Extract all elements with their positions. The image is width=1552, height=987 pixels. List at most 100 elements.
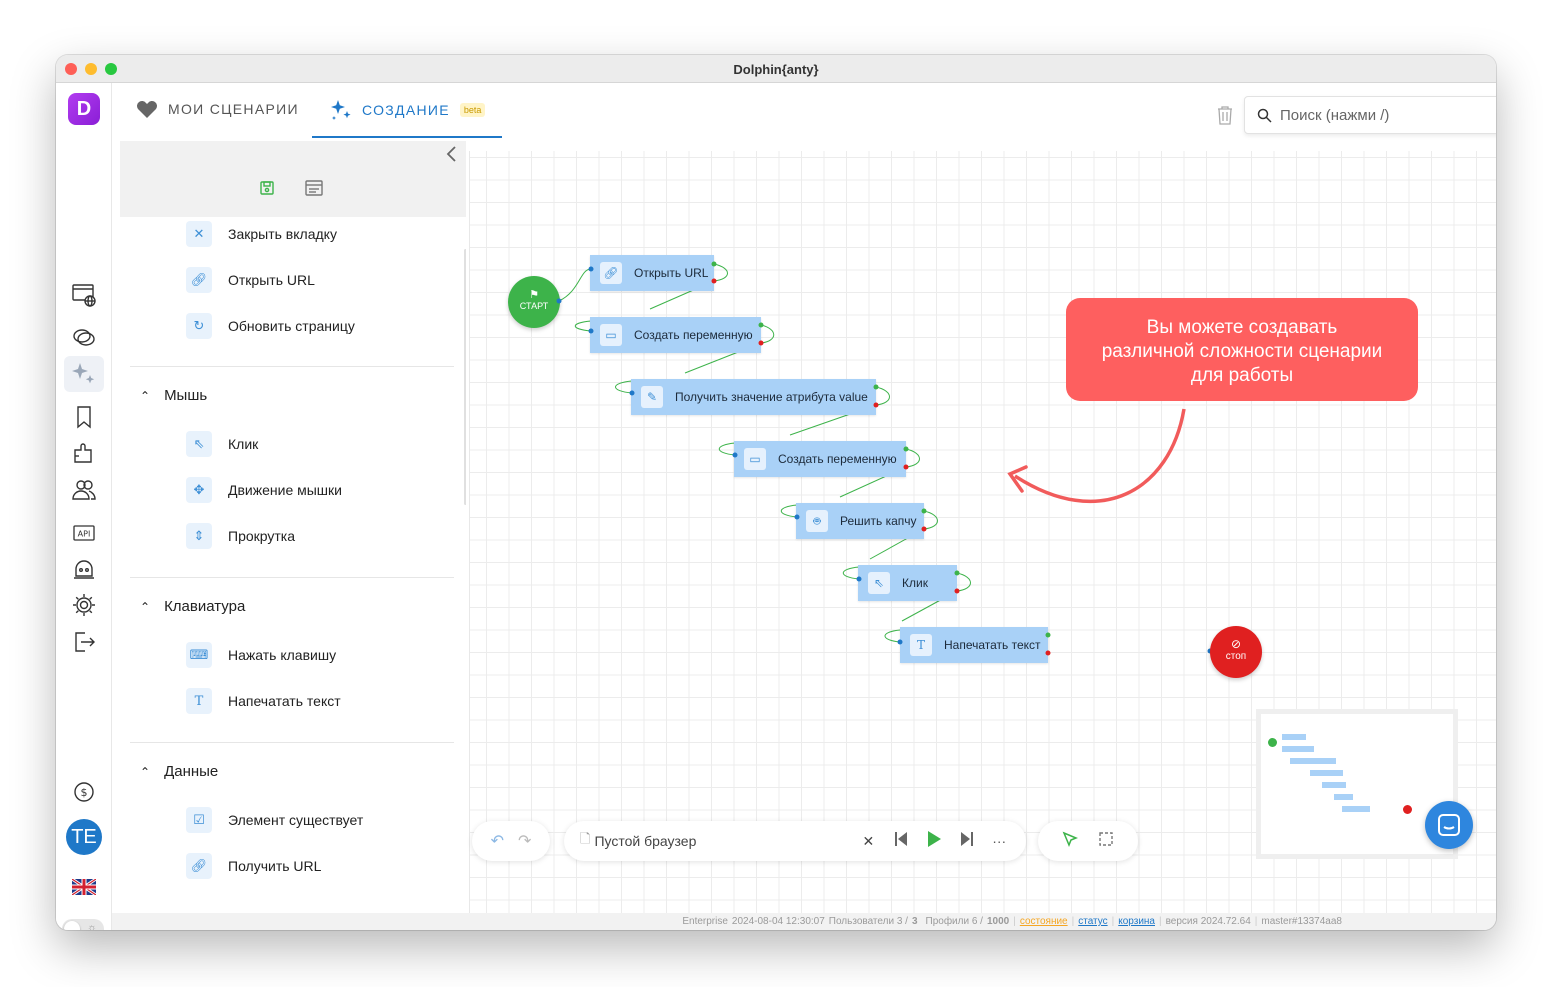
search-placeholder: Поиск (нажми /) [1280,106,1390,124]
cursor-click-icon: ⇖ [868,572,890,594]
browser-select[interactable]: Пустой браузер [594,833,852,849]
actions-panel-header [120,141,466,217]
team-icon[interactable] [70,476,98,504]
action-label: Нажать клавишу [228,647,337,663]
more-menu-button[interactable]: ··· [992,833,1006,849]
callout-line: для работы [1190,365,1294,386]
variable-icon: ▭ [600,324,622,346]
save-icon[interactable] [258,179,276,202]
start-node[interactable]: ⚑ СТАРТ [508,276,560,328]
play-icon[interactable] [926,830,942,853]
proxy-icon[interactable] [70,323,98,351]
trash-icon[interactable] [1216,105,1234,130]
section-data[interactable]: ⌃ Данные [140,763,218,780]
tab-create[interactable]: СОЗДАНИЕ beta [330,99,486,121]
notes-icon[interactable] [304,179,324,202]
node-get-attribute[interactable]: ✎ Получить значение атрибута value [631,379,876,415]
move-icon: ✥ [186,477,212,503]
section-mouse[interactable]: ⌃ Мышь [140,387,207,404]
version-label: версия 2024.72.64 [1165,916,1251,927]
node-create-variable-1[interactable]: ▭ Создать переменную [590,317,761,353]
side-rail: D API $ TE ☼ [56,83,112,930]
extensions-icon[interactable] [70,439,98,467]
scenario-canvas[interactable]: ⚑ СТАРТ 🔗︎ Открыть URL ▭ Создать переменну… [469,151,1496,913]
node-solve-captcha[interactable]: 🤖︎ Решить капчу [796,503,924,539]
profiles-label: Профили 6 / [925,916,983,927]
node-label: Решить капчу [840,514,917,528]
action-refresh-page[interactable]: ↻ Обновить страницу [186,313,355,339]
build-label: master#13374aa8 [1261,916,1342,927]
skip-back-icon[interactable] [894,831,908,852]
theme-toggle[interactable]: ☼ [62,919,104,930]
bookmark-icon[interactable] [70,403,98,431]
node-create-variable-2[interactable]: ▭ Создать переменную [734,441,906,477]
action-type-text[interactable]: T Напечатать текст [186,688,341,714]
start-label: СТАРТ [519,301,549,311]
link-icon: 🔗︎ [186,853,212,879]
refresh-icon: ↻ [186,313,212,339]
text-icon: T [186,688,212,714]
redo-icon[interactable]: ↷ [518,831,531,851]
app-window: Dolphin{anty} D API $ TE ☼ МОИ СЦЕНАРИИ … [56,55,1496,930]
undo-icon[interactable]: ↶ [491,831,504,851]
browser-profiles-icon[interactable] [70,281,98,309]
node-open-url[interactable]: 🔗︎ Открыть URL [590,255,714,291]
scroll-icon: ⇕ [186,523,212,549]
user-avatar[interactable]: TE [66,819,102,855]
chat-support-button[interactable] [1425,801,1473,849]
action-get-url[interactable]: 🔗︎ Получить URL [186,853,321,879]
skip-forward-icon[interactable] [960,831,974,852]
billing-icon[interactable]: $ [70,778,98,806]
chevron-up-icon: ⌃ [140,388,151,403]
stop-label: стоп [1225,651,1247,662]
minimap-start [1268,738,1277,747]
stop-node[interactable]: ⊘ стоп [1210,626,1262,678]
node-click[interactable]: ⇖ Клик [858,565,957,601]
cursor-select-icon[interactable] [1062,831,1078,852]
window-title: Dolphin{anty} [733,62,819,77]
app-logo[interactable]: D [68,93,100,125]
users-max: 3 [911,916,918,927]
action-open-url[interactable]: 🔗︎ Открыть URL [186,267,315,293]
search-input[interactable]: Поиск (нажми /) [1244,96,1496,134]
svg-text:API: API [78,530,91,539]
flag-icon: ⚑ [529,289,539,301]
actions-panel: ✕ Закрыть вкладку 🔗︎ Открыть URL ↻ Обновить… [120,141,466,913]
node-type-text[interactable]: T Напечатать текст [900,627,1048,663]
close-icon: ✕ [186,221,212,247]
tab-label: МОИ СЦЕНАРИИ [168,101,299,117]
plan-label: Enterprise [682,916,728,927]
action-scroll[interactable]: ⇕ Прокрутка [186,523,295,549]
action-mouse-move[interactable]: ✥ Движение мышки [186,477,342,503]
action-element-exists[interactable]: ☑ Элемент существует [186,807,363,833]
clear-icon[interactable]: ✕ [862,833,874,850]
box-select-icon[interactable] [1098,831,1114,852]
status-link[interactable]: статус [1078,916,1107,927]
state-link[interactable]: состояние [1020,916,1068,927]
chevron-left-icon[interactable] [444,145,460,168]
panel-scrollbar[interactable] [464,249,466,505]
logout-icon[interactable] [70,628,98,656]
title-bar: Dolphin{anty} [56,55,1496,83]
automation-icon[interactable] [70,555,98,583]
cart-link[interactable]: корзина [1118,916,1155,927]
scenario-builder-icon[interactable] [64,356,104,392]
node-label: Создать переменную [778,452,897,466]
action-label: Получить URL [228,858,322,874]
api-icon[interactable]: API [70,519,98,547]
checkbox-icon: ☑ [186,807,212,833]
tab-my-scenarios[interactable]: МОИ СЦЕНАРИИ [136,99,299,119]
pencil-icon: ✎ [641,386,663,408]
action-close-tab[interactable]: ✕ Закрыть вкладку [186,221,337,247]
section-keyboard[interactable]: ⌃ Клавиатура [140,598,245,615]
language-flag-icon[interactable] [70,873,98,901]
divider [130,742,454,743]
link-icon: 🔗︎ [600,262,622,284]
action-press-key[interactable]: ⌨ Нажать клавишу [186,642,336,668]
divider [130,577,454,578]
settings-icon[interactable] [70,591,98,619]
action-click[interactable]: ⇖ Клик [186,431,258,457]
node-label: Получить значение атрибута value [675,390,868,404]
history-toolbar: ↶ ↷ [472,821,550,861]
svg-text:$: $ [81,786,88,799]
